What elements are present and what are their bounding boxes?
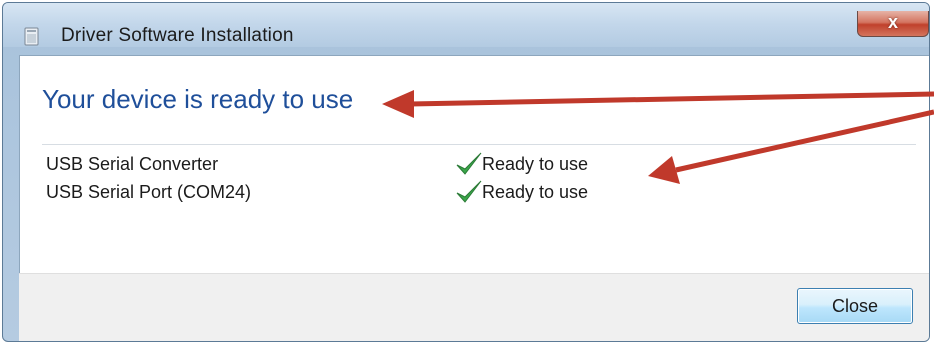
window-close-button[interactable]: x bbox=[857, 11, 929, 37]
dialog-content: Your device is ready to use USB Serial C… bbox=[19, 55, 929, 274]
close-button[interactable]: Close bbox=[797, 288, 913, 324]
check-icon bbox=[456, 152, 482, 175]
title-bar[interactable]: Driver Software Installation x bbox=[3, 3, 929, 47]
driver-app-icon bbox=[24, 27, 39, 46]
device-name: USB Serial Converter bbox=[46, 154, 219, 174]
device-name: USB Serial Port (COM24) bbox=[46, 182, 252, 202]
dialog-window: Driver Software Installation x Your devi… bbox=[2, 2, 930, 342]
page-title: Your device is ready to use bbox=[42, 84, 354, 114]
divider bbox=[42, 144, 916, 145]
device-status: Ready to use bbox=[482, 154, 589, 174]
check-icon bbox=[456, 180, 482, 203]
device-row: USB Serial Converter Ready to use bbox=[46, 152, 666, 180]
dialog-footer: Close bbox=[19, 273, 929, 341]
device-status: Ready to use bbox=[482, 182, 589, 202]
close-icon: x bbox=[887, 12, 898, 32]
window-title: Driver Software Installation bbox=[61, 25, 294, 46]
device-row: USB Serial Port (COM24) Ready to use bbox=[46, 180, 666, 208]
